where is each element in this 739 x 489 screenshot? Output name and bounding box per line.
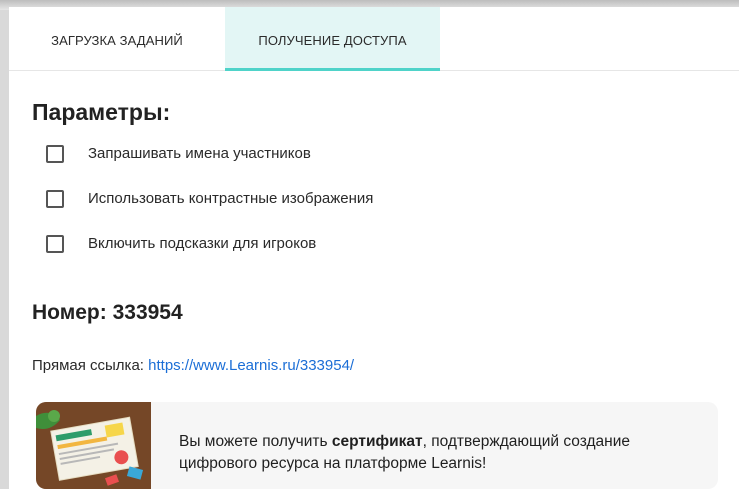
tab-get-access-label: ПОЛУЧЕНИЕ ДОСТУПА bbox=[258, 33, 407, 48]
params-heading: Параметры: bbox=[32, 99, 171, 125]
direct-link-label: Прямая ссылка: bbox=[32, 357, 149, 374]
certificate-text-before: Вы можете получить bbox=[179, 433, 332, 450]
direct-link-url[interactable]: https://www.Learnis.ru/333954/ bbox=[148, 357, 354, 374]
tab-get-access[interactable]: ПОЛУЧЕНИЕ ДОСТУПА bbox=[225, 7, 440, 71]
certificate-text: Вы можете получить сертификат, подтвержд… bbox=[179, 431, 709, 475]
checkbox-ask-names[interactable] bbox=[46, 145, 64, 163]
room-number-heading: Номер: 333954 bbox=[32, 301, 183, 324]
certificate-image bbox=[36, 402, 151, 489]
option-contrast-images-label[interactable]: Использовать контрастные изображения bbox=[88, 189, 373, 208]
active-tab-indicator bbox=[225, 68, 440, 71]
certificate-banner[interactable]: Вы можете получить сертификат, подтвержд… bbox=[36, 402, 718, 489]
checkbox-contrast-images[interactable] bbox=[46, 190, 64, 208]
tab-upload-tasks-label: ЗАГРУЗКА ЗАДАНИЙ bbox=[51, 33, 183, 48]
tab-upload-tasks[interactable]: ЗАГРУЗКА ЗАДАНИЙ bbox=[9, 7, 225, 70]
direct-link-row: Прямая ссылка: https://www.Learnis.ru/33… bbox=[32, 357, 354, 374]
access-panel: ЗАГРУЗКА ЗАДАНИЙ ПОЛУЧЕНИЕ ДОСТУПА Парам… bbox=[9, 7, 739, 489]
option-hints-label[interactable]: Включить подсказки для игроков bbox=[88, 234, 316, 253]
checkbox-hints[interactable] bbox=[46, 235, 64, 253]
tab-bar: ЗАГРУЗКА ЗАДАНИЙ ПОЛУЧЕНИЕ ДОСТУПА bbox=[9, 7, 739, 71]
option-ask-names-label[interactable]: Запрашивать имена участников bbox=[88, 144, 311, 163]
certificate-text-bold: сертификат bbox=[331, 433, 423, 450]
